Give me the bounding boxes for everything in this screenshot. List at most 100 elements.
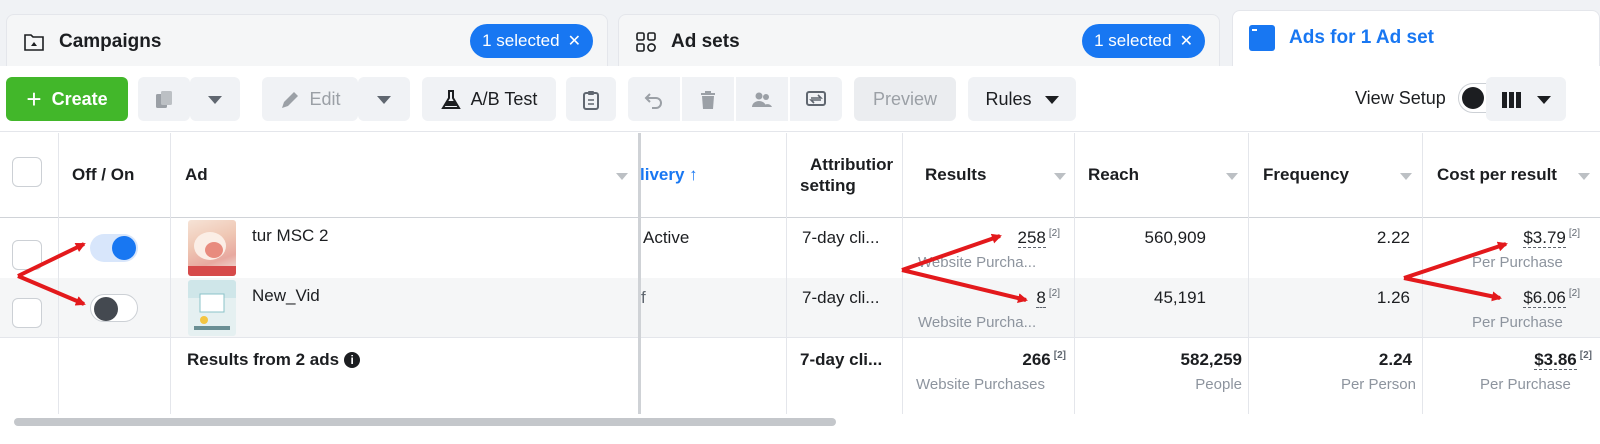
tab-campaigns[interactable]: Campaigns 1 selected ✕ [6,14,608,66]
tab-strip: Campaigns 1 selected ✕ Ad sets 1 selected… [0,0,1600,66]
pencil-icon [282,92,299,109]
chevron-down-icon [1536,96,1551,105]
chevron-down-icon[interactable] [616,173,628,180]
tab-ads[interactable]: Ads for 1 Ad set [1232,10,1600,66]
results-value[interactable]: 258 [2] [990,228,1060,248]
column-divider[interactable] [1248,133,1249,418]
chevron-down-icon [208,96,222,105]
ab-test-button[interactable]: A/B Test [422,77,556,121]
results-subtext: Website Purcha... [918,254,1037,271]
column-divider[interactable] [1074,133,1075,418]
edit-label: Edit [309,89,341,109]
column-divider[interactable] [1422,133,1423,418]
cost-subtext: Per Purchase [1472,254,1563,271]
summary-attribution: 7-day cli... [800,350,883,369]
delivery-status: f [641,288,646,307]
cost-value[interactable]: $6.06 [2] [1480,288,1580,308]
adsets-selected-badge[interactable]: 1 selected ✕ [1082,24,1205,58]
header-attribution-line2[interactable]: setting [800,176,856,196]
ab-test-label: A/B Test [470,89,538,109]
results-subtext: Website Purcha... [918,314,1037,331]
columns-button[interactable] [1486,77,1566,121]
toggle-knob [94,297,118,321]
results-footnote: [2] [1048,288,1060,299]
summary-label: Results from 2 ads i [187,350,361,370]
ad-thumbnail[interactable] [188,280,236,336]
header-ad[interactable]: Ad [185,165,208,185]
flask-icon [440,90,461,110]
header-results[interactable]: Results [925,165,986,185]
row-checkbox[interactable] [12,240,42,270]
preview-button[interactable]: Preview [854,77,956,121]
ads-table: Off / On Ad livery ↑ Attributior setting… [0,133,1600,421]
header-cost-per-result[interactable]: Cost per result [1437,165,1557,185]
attribution-setting: 7-day cli... [802,228,880,247]
summary-reach-subtext: People [1195,376,1242,393]
preview-label: Preview [872,89,938,109]
delete-button[interactable] [682,77,734,121]
clipboard-button[interactable] [566,77,616,121]
rules-button[interactable]: Rules [968,77,1076,121]
header-attribution-line1[interactable]: Attributior [810,155,896,175]
header-delivery[interactable]: livery ↑ [640,165,698,185]
ad-thumbnail-image [188,280,236,330]
ad-name[interactable]: tur MSC 2 [252,226,329,246]
header-frequency[interactable]: Frequency [1263,165,1349,185]
header-reach[interactable]: Reach [1088,165,1139,185]
chevron-down-icon[interactable] [1578,173,1590,180]
delivery-status: Active [643,228,690,247]
chevron-down-icon[interactable] [1054,173,1066,180]
select-all-checkbox[interactable] [12,157,42,187]
summary-results-number: 266 [1022,350,1051,369]
preview-swap-button[interactable] [790,77,842,121]
columns-icon [1502,92,1522,109]
summary-results-subtext: Website Purchases [916,376,1045,393]
attribution-setting: 7-day cli... [802,288,880,307]
summary-cost-footnote: [2] [1579,350,1592,361]
cost-value[interactable]: $3.79 [2] [1480,228,1580,248]
clipboard-icon [583,91,599,111]
table-header: Off / On Ad livery ↑ Attributior setting… [0,133,1600,218]
edit-button[interactable]: Edit [262,77,358,121]
frozen-column-divider[interactable] [638,133,641,418]
chevron-down-icon[interactable] [1400,173,1412,180]
chevron-down-icon[interactable] [1226,173,1238,180]
create-button[interactable]: + Create [6,77,128,121]
summary-frequency-subtext: Per Person [1340,376,1416,393]
horizontal-scrollbar-thumb[interactable] [14,418,836,426]
edit-dropdown-button[interactable] [358,77,410,121]
ad-status-toggle[interactable] [90,234,138,262]
table-row[interactable]: tur MSC 2 Active 7-day cli... 258 [2] Web… [0,218,1600,278]
share-audience-button[interactable] [736,77,788,121]
duplicate-dropdown-button[interactable] [190,77,240,121]
campaigns-selected-badge[interactable]: 1 selected ✕ [470,24,593,58]
results-number: 258 [1017,228,1046,248]
info-icon[interactable]: i [344,352,361,368]
ad-name[interactable]: New_Vid [252,286,320,306]
undo-button[interactable] [628,77,680,121]
clear-selection-icon[interactable]: ✕ [568,33,581,50]
cost-footnote: [2] [1568,288,1580,299]
create-label: Create [51,89,108,109]
toggle-knob [1462,87,1484,109]
duplicate-button[interactable] [138,77,190,121]
column-divider[interactable] [902,133,903,418]
ad-status-toggle[interactable] [90,294,138,322]
results-value[interactable]: 8 [2] [990,288,1060,308]
table-row[interactable]: New_Vid f 7-day cli... 8 [2] Website Purc… [0,278,1600,338]
summary-cost-number: $3.86 [1534,350,1577,370]
duplicate-icon [156,91,172,109]
reach-value: 560,909 [1144,228,1206,247]
tab-ad-sets[interactable]: Ad sets 1 selected ✕ [618,14,1220,66]
ad-thumbnail[interactable] [188,220,236,276]
cost-footnote: [2] [1568,228,1580,239]
row-checkbox[interactable] [12,298,42,328]
trash-icon [701,91,715,110]
header-off-on[interactable]: Off / On [72,165,134,185]
tab-ads-label: Ads for 1 Ad set [1289,27,1434,48]
column-divider[interactable] [786,133,787,418]
results-footnote: [2] [1048,228,1060,239]
tab-campaigns-label: Campaigns [59,31,162,52]
rules-label: Rules [985,89,1032,109]
clear-selection-icon[interactable]: ✕ [1180,33,1193,50]
